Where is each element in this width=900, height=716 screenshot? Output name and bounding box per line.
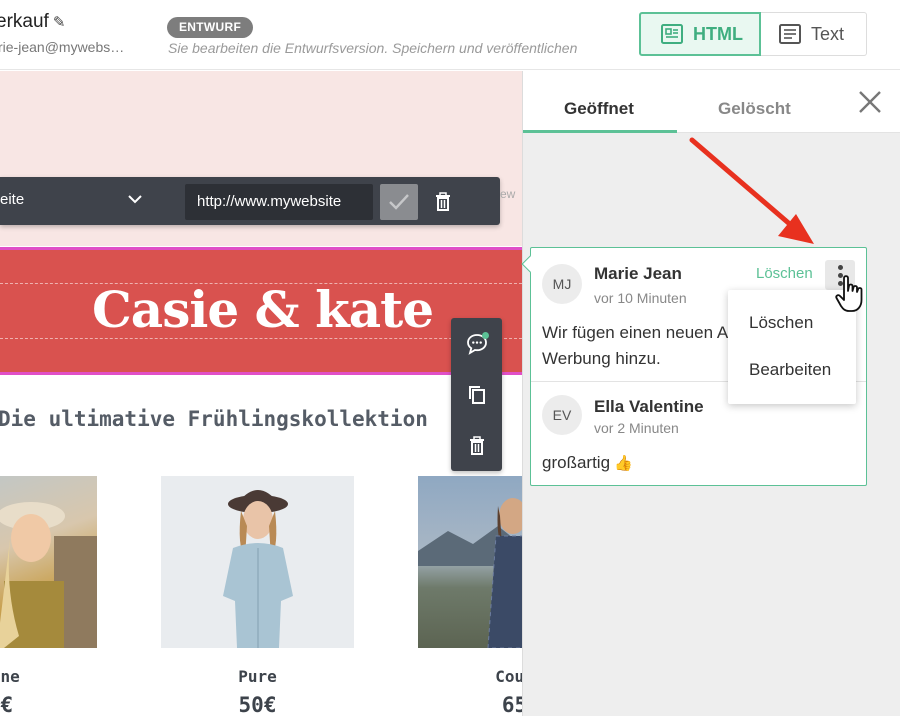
- product-price: 50€: [238, 693, 277, 716]
- active-tab-indicator: [523, 130, 677, 133]
- comment-body-line: Wir fügen einen neuen A: [542, 323, 729, 342]
- document-title[interactable]: erkauf ✎: [0, 11, 65, 33]
- view-toggle: HTML Text: [639, 12, 867, 56]
- text-view-label: Text: [811, 23, 845, 44]
- product-photo: [223, 490, 293, 648]
- trash-icon: [469, 435, 484, 455]
- thread-pointer: [521, 255, 539, 273]
- confirm-link-button[interactable]: [380, 184, 418, 220]
- document-title-text: erkauf: [0, 11, 49, 32]
- brand-logo-text: Casie & kate: [92, 280, 434, 339]
- document-sender-email: rie-jean@mywebs…: [0, 39, 125, 55]
- comment-author: Marie Jean: [594, 264, 682, 283]
- comments-tabs: Geöffnet Gelöscht: [523, 71, 900, 133]
- product-image[interactable]: [161, 476, 354, 648]
- avatar: MJ: [542, 264, 582, 304]
- hand-pointer-icon: [835, 275, 863, 312]
- menu-item-delete[interactable]: Löschen: [749, 313, 813, 333]
- comment-body: Wir fügen einen neuen A Werbung hinzu.: [542, 320, 732, 372]
- product-image[interactable]: [0, 476, 97, 648]
- product-image[interactable]: [418, 476, 522, 648]
- close-icon[interactable]: [857, 89, 883, 115]
- menu-item-edit[interactable]: Bearbeiten: [749, 360, 831, 380]
- chevron-down-icon[interactable]: [127, 193, 143, 205]
- email-canvas: eite http://www.mywebsite ew Casie & kat…: [0, 71, 522, 716]
- html-view-icon: [661, 24, 683, 44]
- link-type-select[interactable]: eite: [0, 191, 24, 208]
- product-name: hine: [0, 667, 20, 686]
- product-name: Coun: [495, 667, 522, 686]
- text-view-button[interactable]: Text: [761, 12, 867, 56]
- block-toolbar: [451, 318, 502, 471]
- product-price: 65: [501, 693, 522, 716]
- comment-author: Ella Valentine: [594, 397, 704, 416]
- status-badge: ENTWURF: [167, 17, 254, 38]
- tab-deleted[interactable]: Gelöscht: [718, 99, 791, 119]
- avatar: EV: [542, 395, 582, 435]
- pencil-icon[interactable]: ✎: [53, 13, 66, 31]
- delete-block-button[interactable]: [451, 420, 502, 471]
- comment-body-text: großartig: [542, 453, 611, 472]
- annotation-arrow: [689, 137, 814, 244]
- thumbs-up-icon: 👍: [614, 455, 633, 472]
- product-name: Pure: [238, 667, 277, 686]
- html-view-label: HTML: [693, 23, 743, 44]
- check-icon: [389, 194, 409, 210]
- editor-header: erkauf ✎ rie-jean@mywebs… ENTWURF Sie bea…: [0, 0, 900, 70]
- text-view-icon: [779, 24, 801, 44]
- duplicate-icon: [468, 385, 485, 404]
- html-view-button[interactable]: HTML: [639, 12, 761, 56]
- tab-opened[interactable]: Geöffnet: [564, 99, 634, 119]
- trash-icon[interactable]: [434, 192, 452, 212]
- draft-hint-text: Sie bearbeiten die Entwurfsversion. Spei…: [168, 40, 578, 56]
- link-url-input[interactable]: http://www.mywebsite: [185, 184, 373, 220]
- brand-banner-block[interactable]: Casie & kate: [0, 247, 522, 375]
- comment-time: vor 2 Minuten: [594, 420, 679, 436]
- preview-link-text: ew: [500, 187, 516, 201]
- product-photo: [0, 502, 97, 648]
- link-toolbar: eite http://www.mywebsite: [0, 177, 500, 225]
- product-price: 5€: [0, 693, 14, 716]
- comment-time: vor 10 Minuten: [594, 290, 687, 306]
- email-headline[interactable]: Die ultimative Frühlingskollektion: [0, 407, 428, 431]
- product-photo: [418, 498, 522, 648]
- delete-comment-link[interactable]: Löschen: [756, 265, 813, 282]
- comment-body-line: Werbung hinzu.: [542, 349, 661, 368]
- comment-body: großartig 👍: [542, 450, 633, 477]
- new-comment-dot: [482, 332, 489, 339]
- duplicate-block-button[interactable]: [451, 369, 502, 420]
- comment-button[interactable]: [451, 318, 502, 369]
